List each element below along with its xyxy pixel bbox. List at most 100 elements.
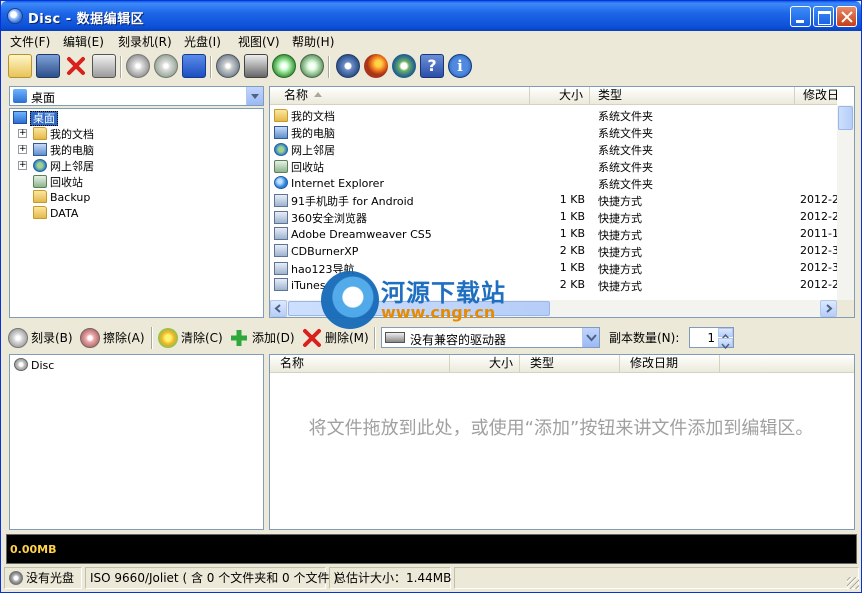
- folder-icon: [274, 109, 288, 122]
- cell-name: Internet Explorer: [274, 176, 530, 190]
- title-bar[interactable]: Disc - 数据编辑区: [1, 1, 861, 31]
- tree-item-recycle-bin[interactable]: 回收站: [33, 174, 83, 190]
- tree-item-my-documents[interactable]: 我的文档: [33, 126, 94, 142]
- stepper-up-button[interactable]: [718, 328, 733, 340]
- table-row[interactable]: 回收站 系统文件夹: [270, 158, 837, 175]
- folder-tree[interactable]: 桌面 + 我的文档 + 我的电脑 + 网上邻居 回收站 Backup DATA: [9, 108, 264, 318]
- computer-icon: [33, 143, 47, 156]
- expand-icon[interactable]: +: [18, 161, 27, 170]
- cell-modified: 2011-1: [800, 227, 837, 240]
- table-row[interactable]: 网上邻居 系统文件夹: [270, 141, 837, 158]
- burn-button[interactable]: 刻录(B): [8, 327, 73, 349]
- compilation-root-label: Disc: [31, 359, 55, 372]
- expand-icon[interactable]: +: [18, 129, 27, 138]
- column-header-size[interactable]: 大小: [450, 355, 520, 373]
- info-icon[interactable]: i: [448, 54, 472, 78]
- vertical-scrollbar[interactable]: [837, 105, 854, 301]
- column-header-name[interactable]: 名称: [270, 355, 450, 373]
- help-icon[interactable]: ?: [420, 54, 444, 78]
- stepper-down-button[interactable]: [718, 338, 733, 350]
- column-header-name[interactable]: 名称: [270, 87, 530, 105]
- table-row[interactable]: 360安全浏览器 1 KB 快捷方式 2012-2: [270, 209, 837, 226]
- close-button[interactable]: [836, 6, 857, 27]
- column-header-type[interactable]: 类型: [590, 87, 795, 105]
- table-row[interactable]: 我的文档 系统文件夹: [270, 107, 837, 124]
- shortcut-icon: [274, 244, 288, 257]
- burn-flame-icon[interactable]: [364, 54, 388, 78]
- erase-button[interactable]: 擦除(A): [80, 327, 145, 349]
- toolbar-separator: [328, 56, 330, 78]
- compilation-tree[interactable]: Disc: [9, 354, 264, 530]
- horizontal-scrollbar[interactable]: [270, 300, 837, 317]
- shortcut-icon: [274, 227, 288, 240]
- compilation-root[interactable]: Disc: [14, 358, 54, 374]
- menu-view[interactable]: 视图(V): [238, 33, 280, 50]
- column-header-modified[interactable]: 修改日: [795, 87, 854, 105]
- disc-erase-icon: [80, 328, 100, 348]
- disc-icon: [14, 358, 28, 371]
- add-button[interactable]: 添加(D): [229, 327, 295, 349]
- save-icon[interactable]: [36, 54, 60, 78]
- scroll-right-button[interactable]: [820, 300, 837, 317]
- disc-blue-icon[interactable]: [182, 54, 206, 78]
- tree-item-network[interactable]: 网上邻居: [33, 158, 94, 174]
- cell-modified: 2012-2: [800, 210, 837, 223]
- scrollbar-thumb[interactable]: [288, 301, 550, 316]
- disc-erase-icon[interactable]: [126, 54, 150, 78]
- cell-name-label: 网上邻居: [291, 144, 335, 157]
- copies-stepper[interactable]: 1: [689, 327, 734, 350]
- disc-copy-icon[interactable]: [300, 54, 324, 78]
- app-disc-icon: [7, 8, 23, 24]
- column-header-modified[interactable]: 修改日期: [620, 355, 720, 373]
- drive-select[interactable]: 没有兼容的驱动器: [381, 327, 600, 348]
- tree-item-my-computer[interactable]: 我的电脑: [33, 142, 94, 158]
- table-row[interactable]: iTunes 2 KB 快捷方式 2012-2: [270, 277, 837, 294]
- delete-icon[interactable]: [64, 54, 88, 78]
- column-header-type[interactable]: 类型: [520, 355, 620, 373]
- cell-name-label: hao123导航: [291, 263, 355, 276]
- scroll-left-button[interactable]: [270, 300, 287, 317]
- scrollbar-thumb[interactable]: [838, 106, 853, 130]
- expand-icon[interactable]: +: [18, 145, 27, 154]
- menu-recorder[interactable]: 刻录机(R): [118, 33, 172, 50]
- cell-name: 360安全浏览器: [274, 210, 530, 226]
- maximize-button[interactable]: [813, 6, 834, 27]
- menu-file[interactable]: 文件(F): [10, 33, 50, 50]
- cell-name-label: CDBurnerXP: [291, 245, 359, 258]
- file-list[interactable]: 名称 大小 类型 修改日 我的文档 系统文件夹 我的电脑 系统文件夹网上邻居 系统文件夹…: [269, 86, 855, 318]
- table-row[interactable]: CDBurnerXP 2 KB 快捷方式 2012-3: [270, 243, 837, 260]
- new-project-icon[interactable]: [8, 54, 32, 78]
- tree-item-desktop[interactable]: 桌面: [13, 110, 58, 126]
- minimize-button[interactable]: [790, 6, 811, 27]
- drive-icon[interactable]: [244, 54, 268, 78]
- status-bar: 没有光盘 ISO 9660/Joliet ( 含 0 个文件夹和 0 个文件 )…: [4, 567, 859, 589]
- table-row[interactable]: 我的电脑 系统文件夹: [270, 124, 837, 141]
- resize-grip[interactable]: [847, 577, 859, 589]
- menu-help[interactable]: 帮助(H): [292, 33, 334, 50]
- search-icon[interactable]: [392, 54, 416, 78]
- menu-disc[interactable]: 光盘(I): [184, 33, 221, 50]
- remove-button[interactable]: 删除(M): [302, 327, 369, 349]
- cell-type: 快捷方式: [598, 280, 642, 293]
- chevron-down-icon[interactable]: [582, 328, 599, 347]
- compilation-list[interactable]: 名称 大小 类型 修改日期: [269, 354, 855, 530]
- chevron-down-icon[interactable]: [246, 87, 263, 105]
- tree-item-data[interactable]: DATA: [33, 206, 78, 222]
- disc-info-icon[interactable]: [216, 54, 240, 78]
- table-row[interactable]: Adobe Dreamweaver CS5 1 KB 快捷方式 2011-1: [270, 226, 837, 243]
- cell-type: 系统文件夹: [598, 144, 653, 157]
- tree-item-backup[interactable]: Backup: [33, 190, 90, 206]
- toolbar-separator: [374, 327, 376, 349]
- column-header-size[interactable]: 大小: [530, 87, 590, 105]
- disc-check-icon[interactable]: [154, 54, 178, 78]
- menu-edit[interactable]: 编辑(E): [63, 33, 104, 50]
- status-filesystem: ISO 9660/Joliet ( 含 0 个文件夹和 0 个文件 ): [85, 567, 338, 589]
- clear-button[interactable]: 清除(C): [158, 327, 223, 349]
- disc-green-icon[interactable]: [272, 54, 296, 78]
- print-icon[interactable]: [92, 54, 116, 78]
- table-row[interactable]: Internet Explorer 系统文件夹: [270, 175, 837, 192]
- table-row[interactable]: hao123导航 1 KB 快捷方式 2012-3: [270, 260, 837, 277]
- location-combo[interactable]: 桌面: [9, 86, 264, 106]
- settings-gear-icon[interactable]: [336, 54, 360, 78]
- table-row[interactable]: 91手机助手 for Android 1 KB 快捷方式 2012-2: [270, 192, 837, 209]
